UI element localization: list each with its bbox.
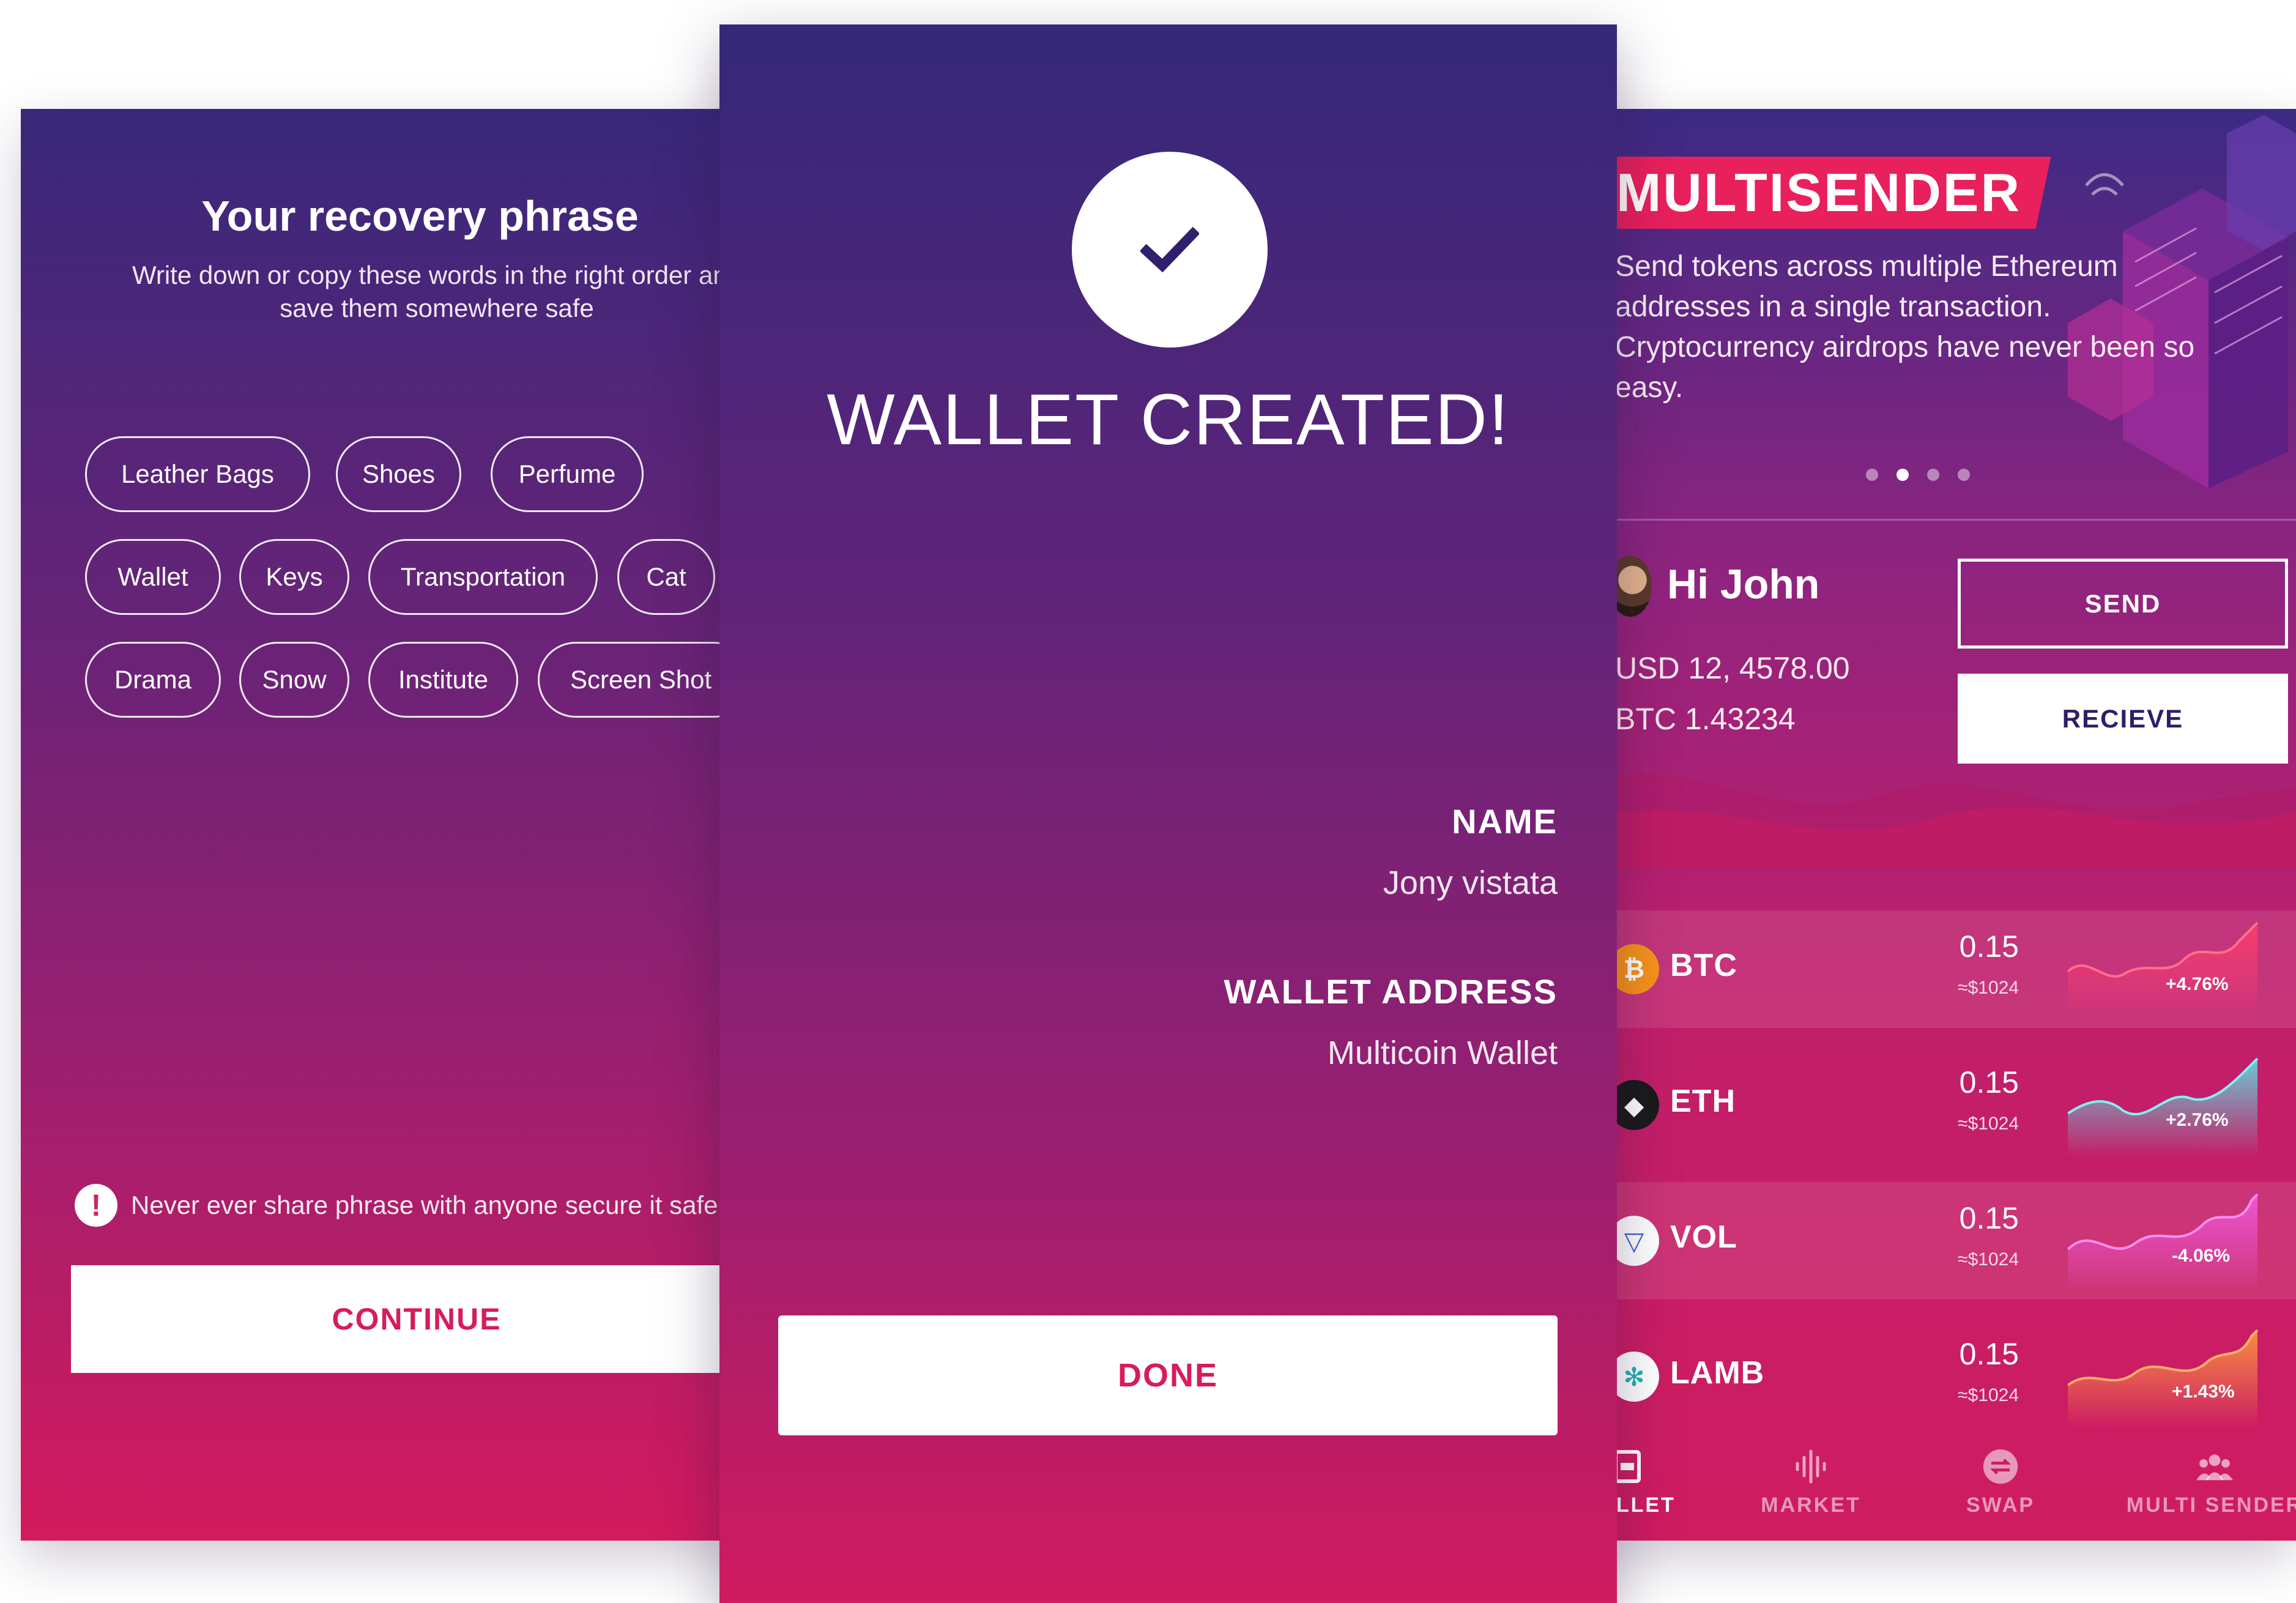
coin-amount: 0.15 — [1959, 929, 2019, 964]
carousel-dot-4[interactable] — [1958, 469, 1970, 481]
word-chip-9[interactable]: Snow — [239, 642, 349, 718]
wallet-dashboard-screen: MULTISENDER Send tokens across multiple … — [1591, 109, 2296, 1541]
swap-icon — [1982, 1448, 2019, 1485]
checkmark-icon — [1140, 226, 1199, 273]
carousel-dots[interactable] — [1866, 469, 1970, 481]
word-chip-5[interactable]: Keys — [239, 539, 349, 615]
nav-market-label: MARKET — [1761, 1493, 1861, 1517]
balance-btc: BTC 1.43234 — [1615, 702, 1796, 736]
word-chip-10[interactable]: Institute — [368, 642, 518, 718]
eth-sparkline: +2.76% — [2068, 1057, 2259, 1156]
recovery-title: Your recovery phrase — [201, 192, 639, 240]
coin-row-lamb[interactable]: ✻ LAMB 0.15 ≈$1024 +1.43% — [1591, 1318, 2296, 1435]
coin-usd-value: ≈$1024 — [1958, 1249, 2019, 1270]
banner-line-3: Cryptocurrency airdrops have never been … — [1615, 331, 2195, 363]
coin-amount: 0.15 — [1959, 1201, 2019, 1235]
security-warning: ! Never ever share phrase with anyone se… — [75, 1181, 743, 1230]
coin-row-eth[interactable]: ◆ ETH 0.15 ≈$1024 +2.76% — [1591, 1046, 2296, 1164]
coin-row-vol[interactable]: ▽ VOL 0.15 ≈$1024 -4.06% — [1591, 1182, 2296, 1300]
nav-swap[interactable]: SWAP — [1921, 1424, 2080, 1541]
recovery-subtitle: Write down or copy these words in the ri… — [58, 259, 743, 325]
warning-text: Never ever share phrase with anyone secu… — [131, 1191, 737, 1219]
word-chip-6[interactable]: Transportation — [368, 539, 598, 615]
done-button[interactable]: DONE — [778, 1315, 1558, 1435]
coin-symbol: LAMB — [1670, 1355, 1765, 1391]
recovery-subtitle-line-1: Write down or copy these words in the ri… — [132, 261, 742, 289]
btc-sparkline: +4.76% — [2068, 921, 2259, 1021]
coin-row-btc[interactable]: ₿ BTC 0.15 ≈$1024 +4.76% — [1591, 910, 2296, 1028]
word-chip-4[interactable]: Wallet — [85, 539, 221, 615]
nav-multi-sender[interactable]: MULTI SENDER — [2111, 1424, 2296, 1541]
coin-symbol: ETH — [1670, 1084, 1736, 1119]
carousel-dot-2[interactable] — [1897, 469, 1909, 481]
name-value: Jony vistata — [1383, 865, 1558, 901]
coin-change: +4.76% — [2166, 974, 2229, 994]
banner-title: MULTISENDER — [1616, 162, 2022, 223]
wallet-created-screen: WALLET CREATED! NAME Jony vistata WALLET… — [719, 24, 1617, 1603]
coin-usd-value: ≈$1024 — [1958, 1385, 2019, 1405]
nav-market[interactable]: MARKET — [1731, 1424, 1890, 1541]
banner-divider — [1591, 519, 2296, 521]
lamb-sparkline: +1.43% — [2068, 1329, 2259, 1428]
coin-amount: 0.15 — [1959, 1065, 2019, 1099]
recovery-subtitle-line-2: save them somewhere safe — [280, 294, 594, 322]
word-chip-8[interactable]: Drama — [85, 642, 221, 718]
send-button[interactable]: SEND — [1958, 559, 2288, 649]
wallet-address-value: Multicoin Wallet — [1327, 1035, 1558, 1071]
market-icon — [1793, 1448, 1829, 1485]
wallet-address-label: WALLET ADDRESS — [1224, 972, 1558, 1011]
multi-sender-icon — [2196, 1448, 2233, 1485]
carousel-dot-1[interactable] — [1866, 469, 1878, 481]
word-chip-7[interactable]: Cat — [617, 539, 715, 615]
recovery-phrase-screen: Your recovery phrase Write down or copy … — [21, 109, 743, 1541]
vol-sparkline: -4.06% — [2068, 1193, 2259, 1292]
banner-description: Send tokens across multiple Ethereum add… — [1615, 247, 2227, 408]
name-label: NAME — [1452, 802, 1558, 841]
balance-usd: USD 12, 4578.00 — [1615, 651, 1850, 685]
continue-button[interactable]: CONTINUE — [71, 1265, 743, 1373]
balance-wave-decoration — [1591, 772, 2296, 868]
coin-change: +1.43% — [2172, 1382, 2235, 1402]
coin-change: -4.06% — [2172, 1246, 2230, 1266]
nav-swap-label: SWAP — [1966, 1493, 2035, 1517]
coin-change: +2.76% — [2166, 1110, 2229, 1130]
coin-symbol: VOL — [1670, 1219, 1737, 1255]
carousel-dot-3[interactable] — [1927, 469, 1939, 481]
coin-usd-value: ≈$1024 — [1958, 1114, 2019, 1134]
coin-amount: 0.15 — [1959, 1337, 2019, 1371]
coin-usd-value: ≈$1024 — [1958, 978, 2019, 998]
coin-symbol: BTC — [1670, 948, 1737, 983]
exclamation-icon: ! — [75, 1184, 117, 1227]
wallet-created-title: WALLET CREATED! — [827, 379, 1510, 460]
success-badge — [1072, 152, 1268, 348]
word-chip-2[interactable]: Shoes — [336, 436, 461, 512]
banner-line-4: easy. — [1615, 371, 1684, 404]
greeting: Hi John — [1667, 561, 1820, 608]
word-chip-11[interactable]: Screen Shot — [538, 642, 743, 718]
bottom-navigation: WALLET MARKET SWAP MULTI SENDER — [1591, 1424, 2296, 1541]
banner-line-2: addresses in a single transaction. — [1615, 291, 2051, 323]
word-chip-1[interactable]: Leather Bags — [85, 436, 310, 512]
banner-line-1: Send tokens across multiple Ethereum — [1615, 250, 2118, 283]
word-chip-3[interactable]: Perfume — [491, 436, 644, 512]
nav-multi-sender-label: MULTI SENDER — [2126, 1493, 2296, 1517]
